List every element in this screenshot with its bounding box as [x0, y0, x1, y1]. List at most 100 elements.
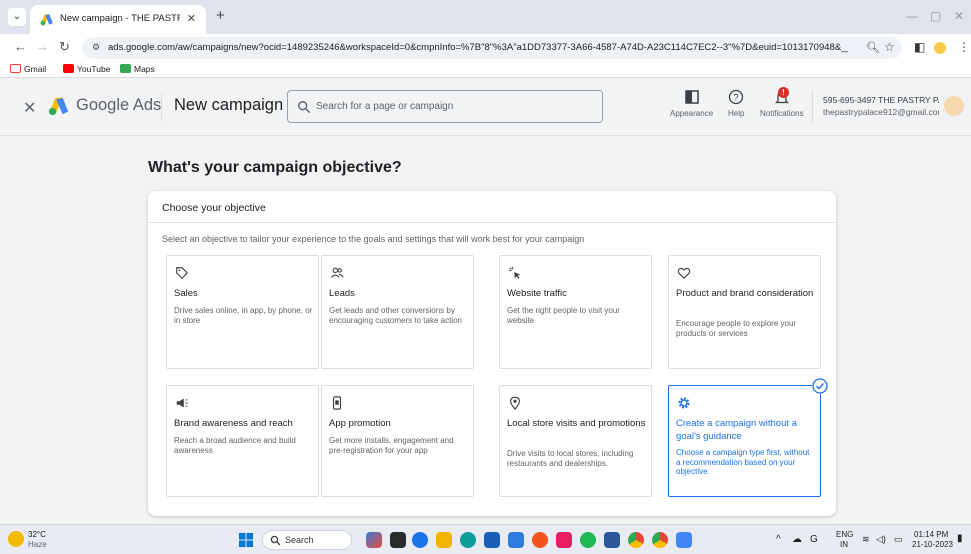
tag-icon	[176, 267, 189, 280]
window-close-icon[interactable]: ✕	[954, 9, 964, 23]
minimize-icon[interactable]: —	[906, 9, 918, 23]
chrome-icon[interactable]	[652, 532, 668, 548]
ads-header: ✕ Google Ads New campaign Search for a p…	[0, 79, 971, 136]
weather-condition: Haze	[28, 540, 47, 549]
bookmark-youtube[interactable]: YouTube	[63, 64, 110, 74]
windows-taskbar: 32°C Haze Search ^ ☁ G ENG IN ≋ ◁) ▭ 01:…	[0, 524, 971, 554]
taskbar-app-icon[interactable]	[676, 532, 692, 548]
profile-avatar-icon[interactable]	[934, 42, 946, 54]
browser-menu-icon[interactable]: ⋮	[958, 40, 970, 54]
card-description: Select an objective to tailor your exper…	[162, 234, 585, 244]
location-pin-icon	[510, 396, 520, 410]
volume-icon[interactable]: ◁)	[876, 534, 886, 545]
chrome-icon[interactable]	[628, 532, 644, 548]
address-bar[interactable]: ⚙ ads.google.com/aw/campaigns/new?ocid=1…	[82, 37, 902, 59]
language-indicator[interactable]: ENG	[836, 530, 853, 539]
tray-cloud-icon[interactable]: ☁	[792, 534, 802, 545]
objective-option-no-goal-guidance[interactable]: Create a campaign without a goal's guida…	[668, 385, 821, 497]
card-divider	[148, 222, 836, 223]
taskbar-app-icon[interactable]	[508, 532, 524, 548]
objective-option-app-promotion[interactable]: App promotion Get more installs, engagem…	[321, 385, 474, 497]
notification-badge: !	[778, 87, 789, 98]
heart-icon	[677, 267, 691, 280]
help-icon: ?	[729, 89, 744, 105]
gear-icon	[678, 397, 690, 409]
megaphone-icon	[176, 398, 188, 408]
address-url: ads.google.com/aw/campaigns/new?ocid=148…	[108, 42, 848, 53]
weather-sun-icon[interactable]	[8, 531, 24, 547]
brand-name: Google Ads	[76, 96, 162, 114]
taskbar-app-icon[interactable]	[556, 532, 572, 548]
account-name[interactable]: 595-695-3497 THE PASTRY PALACE	[823, 95, 939, 105]
close-icon[interactable]: ✕	[23, 98, 36, 118]
taskbar-app-icon[interactable]	[412, 532, 428, 548]
page-title: New campaign	[174, 96, 284, 114]
edge-browser-icon[interactable]	[460, 532, 476, 548]
gmail-icon	[10, 64, 21, 73]
bookmarks-bar: Gmail YouTube Maps	[0, 62, 971, 78]
selected-check-icon	[812, 378, 828, 394]
tab-search-button[interactable]: ⌄	[8, 8, 26, 26]
wifi-icon[interactable]: ≋	[862, 534, 870, 545]
reload-icon[interactable]: ↻	[59, 40, 70, 54]
account-email[interactable]: thepastrypalace912@gmail.com	[823, 107, 939, 117]
search-placeholder: Search for a page or campaign	[316, 101, 454, 112]
tab-close-icon[interactable]: ✕	[187, 12, 196, 25]
search-icon	[270, 535, 281, 546]
bookmark-gmail[interactable]: Gmail	[10, 64, 46, 74]
maximize-icon[interactable]: ▢	[930, 9, 941, 23]
windows-start-icon[interactable]	[238, 532, 254, 548]
appearance-icon	[684, 90, 699, 104]
cursor-click-icon	[508, 266, 521, 280]
svg-text:?: ?	[734, 93, 739, 103]
back-arrow-icon[interactable]: ←	[14, 40, 27, 54]
notification-center-icon[interactable]: ▮	[957, 533, 963, 544]
objective-heading: What's your campaign objective?	[148, 159, 402, 176]
appearance-button[interactable]: Appearance	[670, 89, 713, 118]
region-indicator: IN	[840, 540, 848, 549]
card-title: Choose your objective	[162, 202, 266, 214]
browser-toolbar: ← → ↻ ⚙ ads.google.com/aw/campaigns/new?…	[0, 34, 971, 62]
tray-expand-icon[interactable]: ^	[776, 534, 781, 545]
taskbar-app-icon[interactable]	[366, 532, 382, 548]
browser-tab-strip: ⌄ New campaign - THE PASTRY PALACE ✕ + —…	[0, 0, 971, 34]
header-divider	[161, 93, 162, 121]
browser-tab-active[interactable]: New campaign - THE PASTRY PALACE ✕	[30, 5, 206, 34]
side-panel-icon[interactable]: ◧	[914, 40, 925, 54]
taskbar-app-icon[interactable]	[390, 532, 406, 548]
avatar[interactable]	[944, 96, 964, 116]
battery-icon[interactable]: ▭	[894, 534, 903, 545]
bookmark-star-icon[interactable]: ☆	[884, 40, 895, 54]
zoom-icon[interactable]: 🔍︎	[866, 41, 880, 54]
new-tab-button[interactable]: +	[216, 8, 225, 24]
taskbar-search[interactable]: Search	[262, 530, 352, 550]
word-icon[interactable]	[604, 532, 620, 548]
bookmark-maps[interactable]: Maps	[120, 64, 155, 74]
tab-title: New campaign - THE PASTRY PALACE	[60, 13, 180, 24]
weather-temperature: 32°C	[28, 530, 46, 539]
objective-option-local-store-visits[interactable]: Local store visits and promotions Drive …	[499, 385, 652, 497]
account-divider	[812, 90, 813, 124]
search-icon	[298, 101, 311, 114]
google-ads-logo	[48, 97, 69, 116]
objective-option-product-brand-consideration[interactable]: Product and brand consideration Encourag…	[668, 255, 821, 369]
file-explorer-icon[interactable]	[436, 532, 452, 548]
spotify-icon[interactable]	[580, 532, 596, 548]
help-button[interactable]: ? Help	[728, 89, 744, 118]
objective-option-leads[interactable]: Leads Get leads and other conversions by…	[321, 255, 474, 369]
objective-option-sales[interactable]: Sales Drive sales online, in app, by pho…	[166, 255, 319, 369]
google-ads-favicon-icon	[40, 14, 53, 26]
forward-arrow-icon[interactable]: →	[36, 40, 49, 54]
youtube-icon	[63, 64, 74, 73]
clock-time[interactable]: 01:14 PM	[914, 530, 948, 539]
notifications-button[interactable]: ! Notifications	[760, 87, 804, 118]
tray-google-icon[interactable]: G	[810, 534, 818, 545]
objective-option-website-traffic[interactable]: Website traffic Get the right people to …	[499, 255, 652, 369]
search-input[interactable]: Search for a page or campaign	[287, 90, 603, 123]
clock-date[interactable]: 21-10-2023	[912, 540, 953, 549]
site-info-icon[interactable]: ⚙	[92, 42, 100, 53]
objective-option-brand-awareness[interactable]: Brand awareness and reach Reach a broad …	[166, 385, 319, 497]
phone-icon	[332, 396, 342, 410]
taskbar-app-icon[interactable]	[532, 532, 548, 548]
store-icon[interactable]	[484, 532, 500, 548]
